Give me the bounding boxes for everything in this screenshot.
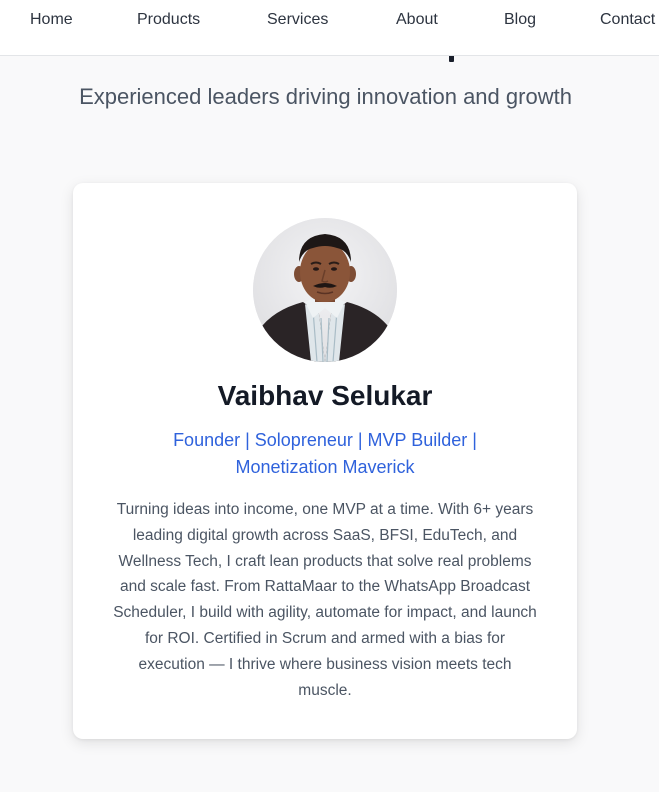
profile-bio: Turning ideas into income, one MVP at a …: [113, 501, 537, 699]
nav-link-products[interactable]: Products: [137, 11, 200, 29]
profile-card: Vaibhav Selukar Founder | Solopreneur | …: [73, 183, 577, 739]
avatar: [253, 218, 397, 362]
nav-link-blog[interactable]: Blog: [504, 11, 536, 29]
section-subtitle: Experienced leaders driving innovation a…: [79, 84, 572, 109]
nav-link-contact[interactable]: Contact: [600, 11, 655, 29]
avatar-photo: [253, 218, 397, 362]
nav-link-about[interactable]: About: [396, 11, 438, 29]
top-navbar: Home Products Services About Blog Contac…: [0, 0, 659, 56]
profile-role: Founder | Solopreneur | MVP Builder | Mo…: [173, 430, 477, 477]
nav-link-home[interactable]: Home: [30, 11, 73, 29]
nav-link-services[interactable]: Services: [267, 11, 328, 29]
page: Home Products Services About Blog Contac…: [0, 0, 659, 792]
profile-name: Vaibhav Selukar: [217, 380, 433, 411]
